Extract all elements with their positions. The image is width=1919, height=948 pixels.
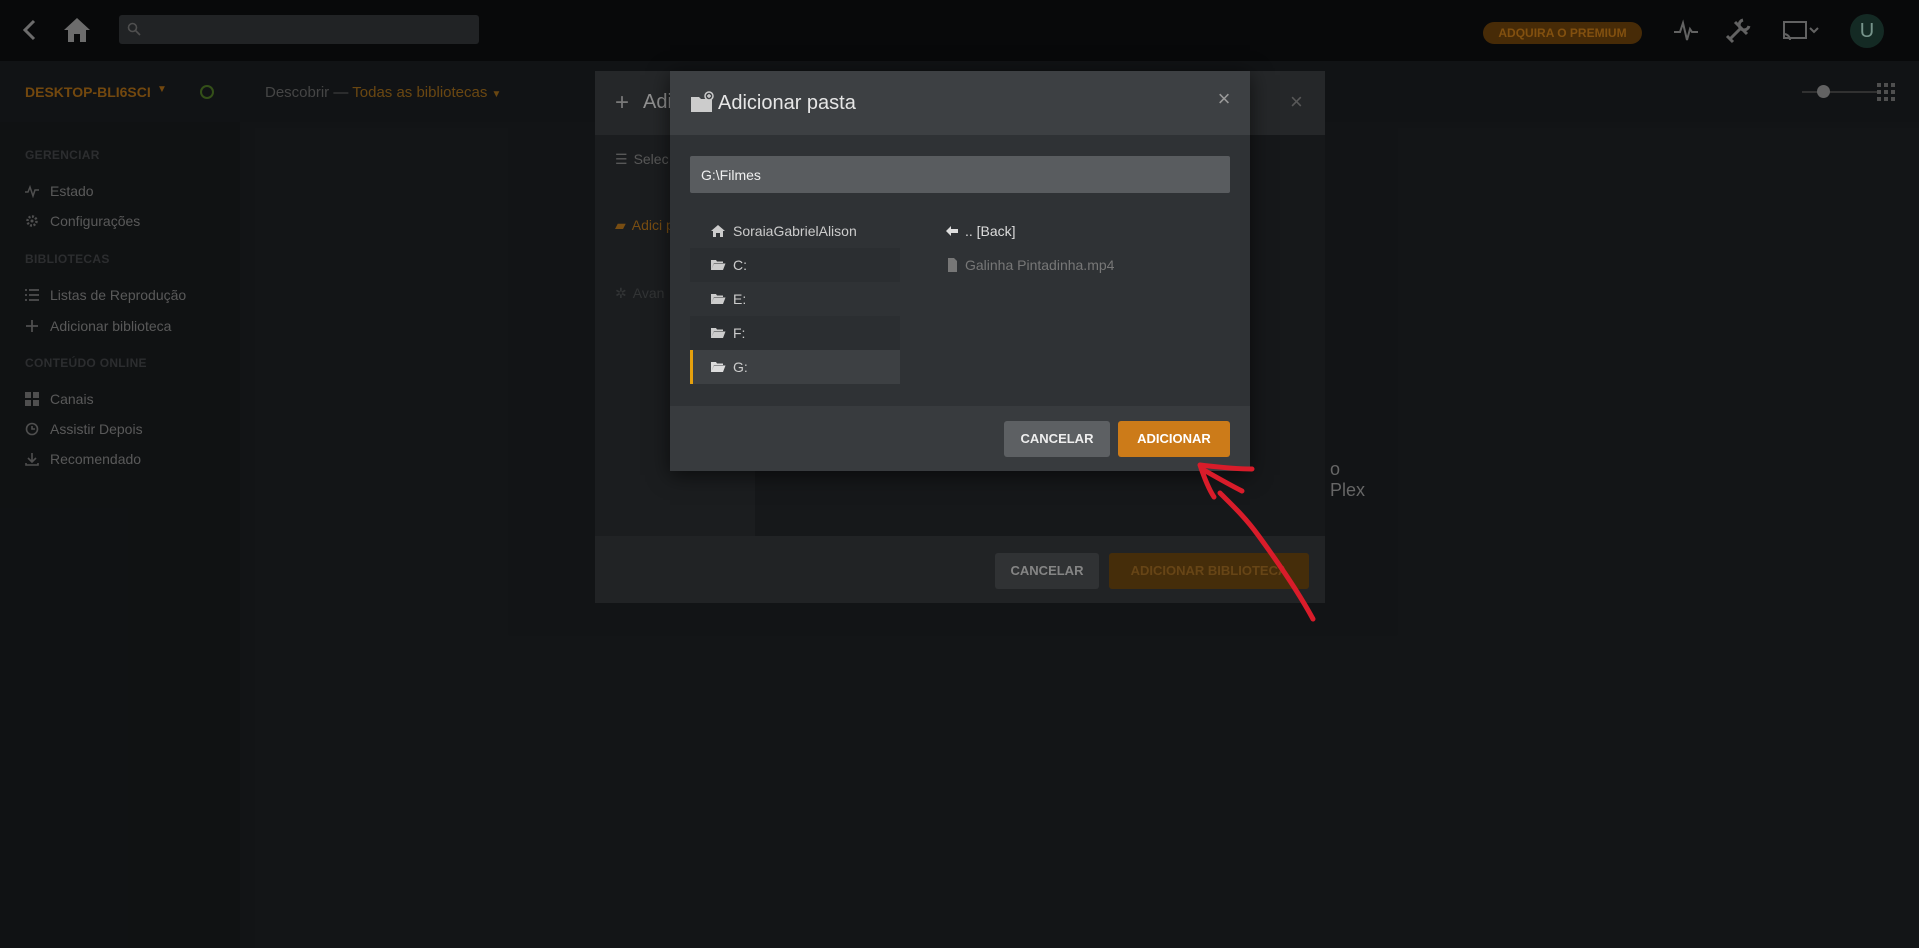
directory-label: E: — [733, 291, 747, 307]
directory-item-e[interactable]: E: — [690, 282, 900, 316]
background-text: o Plex — [1330, 459, 1366, 500]
directory-item-c[interactable]: C: — [690, 248, 900, 282]
file-label: Galinha Pintadinha.mp4 — [965, 257, 1115, 273]
folder-plus-icon — [691, 91, 714, 112]
folder-open-icon — [711, 294, 726, 304]
folder-open-icon — [711, 328, 726, 338]
home-icon — [711, 225, 725, 237]
folder-path-input[interactable] — [690, 156, 1230, 193]
file-item: Galinha Pintadinha.mp4 — [945, 248, 1235, 282]
directory-item-home[interactable]: SoraiaGabrielAlison — [690, 214, 900, 248]
directory-label: C: — [733, 257, 747, 273]
add-folder-dialog-footer: CANCELAR ADICIONAR — [670, 406, 1250, 471]
file-item-back[interactable]: .. [Back] — [945, 214, 1235, 248]
directory-label: F: — [733, 325, 746, 341]
cancel-button[interactable]: CANCELAR — [1004, 421, 1110, 457]
close-icon[interactable]: × — [1212, 87, 1236, 111]
folder-open-icon — [711, 260, 726, 270]
directory-label: SoraiaGabrielAlison — [733, 223, 857, 239]
directory-label: G: — [733, 359, 748, 375]
directory-item-f[interactable]: F: — [690, 316, 900, 350]
folder-open-icon — [711, 362, 726, 372]
add-folder-dialog-header: Adicionar pasta × — [670, 71, 1250, 135]
add-button[interactable]: ADICIONAR — [1118, 421, 1230, 457]
arrow-left-icon — [946, 226, 958, 236]
annotation-arrow — [1197, 462, 1316, 622]
add-folder-dialog-title: Adicionar pasta — [718, 92, 856, 114]
file-label: .. [Back] — [965, 223, 1016, 239]
file-icon — [948, 258, 957, 272]
add-folder-dialog: Adicionar pasta × SoraiaGabrielAlison C:… — [670, 71, 1250, 471]
directory-item-g[interactable]: G: — [690, 350, 900, 384]
